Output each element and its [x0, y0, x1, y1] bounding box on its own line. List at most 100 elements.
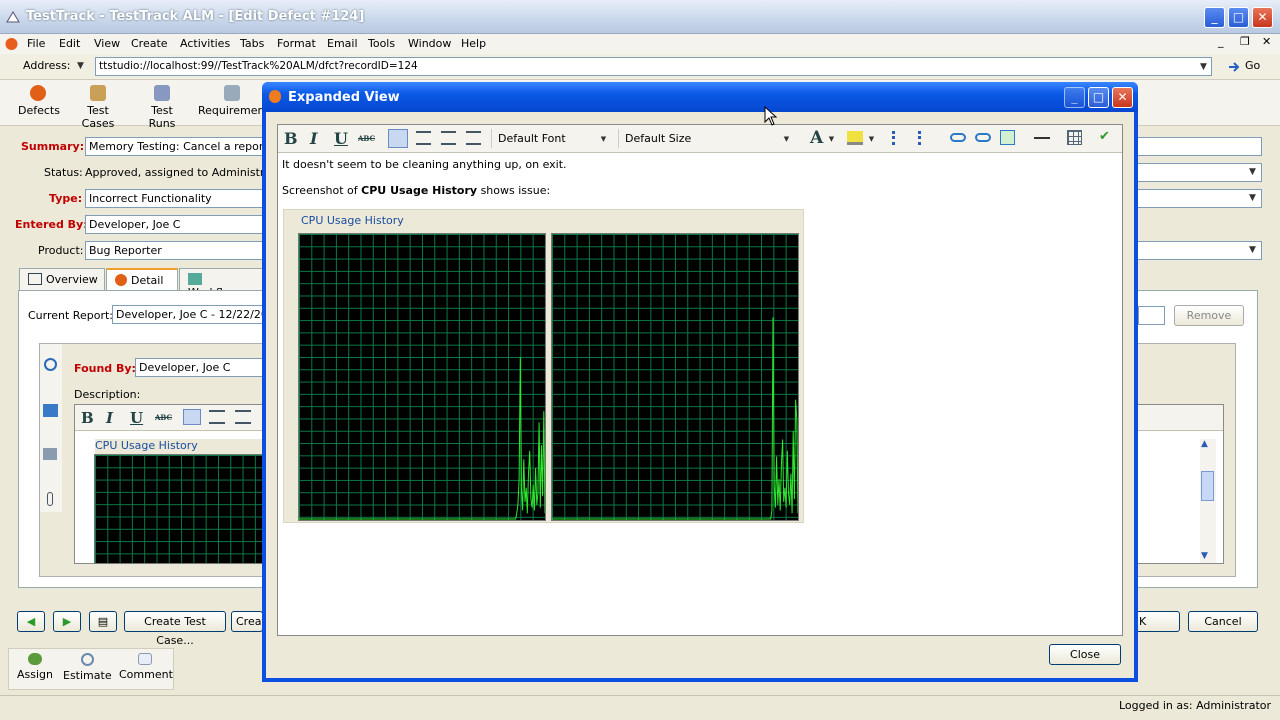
menu-format[interactable]: Format [277, 37, 316, 50]
remove-button[interactable]: Remove [1174, 305, 1244, 326]
tab-detail[interactable]: Detail [106, 268, 178, 290]
expanded-editor[interactable]: B I U ABC Default Font ▼ Default Size ▼ … [277, 124, 1123, 636]
scroll-down-icon[interactable]: ▼ [1201, 551, 1208, 561]
scroll-thumb[interactable] [1201, 471, 1214, 501]
align-center-icon[interactable] [416, 131, 431, 145]
description-scrollbar[interactable]: ▲ ▼ [1200, 439, 1216, 563]
horizontal-rule-icon[interactable] [1034, 137, 1050, 139]
mouse-cursor-icon [764, 106, 778, 126]
create-test-case-button[interactable]: Create Test Case... [124, 611, 226, 647]
type-dropdown-icon[interactable]: ▼ [1245, 191, 1260, 206]
status-value: Approved, assigned to Administrator, [85, 166, 291, 179]
size-select[interactable]: Default Size [618, 129, 788, 148]
current-report-field[interactable]: Developer, Joe C - 12/22/2008 [112, 305, 264, 324]
mdi-restore-button[interactable]: ❐ [1240, 35, 1250, 48]
align-left-icon[interactable] [388, 129, 408, 148]
print-button[interactable]: ▤ [89, 611, 117, 632]
strikethrough-button[interactable]: ABC [155, 413, 172, 422]
cancel-button[interactable]: Cancel [1188, 611, 1258, 632]
justify-icon[interactable] [466, 131, 481, 145]
menu-window[interactable]: Window [408, 37, 451, 50]
menu-tools[interactable]: Tools [368, 37, 395, 50]
ok-button[interactable]: K [1136, 611, 1180, 632]
close-window-button[interactable]: ✕ [1252, 7, 1273, 28]
mdi-minimize-button[interactable]: _ [1218, 35, 1224, 48]
requirements-label: Requirement [198, 104, 269, 117]
menu-view[interactable]: View [94, 37, 120, 50]
underline-button[interactable]: U [130, 409, 143, 427]
insert-image-icon[interactable] [1000, 130, 1015, 145]
product-dropdown-icon[interactable]: ▼ [1245, 243, 1260, 258]
tab-overview[interactable]: Overview [19, 268, 105, 290]
create-test-run-button[interactable]: Creat [231, 611, 266, 632]
spellcheck-icon[interactable]: ✔ [1099, 129, 1115, 146]
menu-help[interactable]: Help [461, 37, 486, 50]
go-button[interactable]: Go [1245, 59, 1260, 72]
next-button[interactable]: ▶ [53, 611, 81, 632]
status-dropdown-icon[interactable]: ▼ [1245, 165, 1260, 180]
mdi-close-button[interactable]: ✕ [1262, 35, 1271, 48]
dialog-close-button[interactable]: Close [1049, 644, 1121, 665]
bold-button[interactable]: B [284, 129, 298, 148]
test-cases-button[interactable]: Test Cases [70, 85, 126, 130]
info-icon[interactable] [43, 404, 58, 417]
dialog-maximize-button[interactable]: □ [1088, 87, 1109, 108]
paperclip-icon[interactable] [47, 492, 53, 506]
table-icon[interactable] [1067, 130, 1082, 145]
assign-button[interactable]: Assign [15, 653, 55, 681]
menu-file[interactable]: File [27, 37, 45, 50]
highlight-dropdown-icon[interactable]: ▼ [864, 132, 879, 147]
link-icon[interactable] [950, 133, 966, 142]
minimize-button[interactable]: _ [1204, 7, 1225, 28]
size-dropdown-icon[interactable]: ▼ [779, 132, 794, 147]
estimate-button[interactable]: Estimate [63, 653, 112, 682]
font-select[interactable]: Default Font [491, 129, 609, 148]
dialog-minimize-button[interactable]: _ [1064, 87, 1085, 108]
text-color-dropdown-icon[interactable]: ▼ [824, 132, 839, 147]
workflow-icon [188, 273, 202, 285]
dialog-close-x-button[interactable]: ✕ [1112, 87, 1133, 108]
text-color-icon[interactable]: A [810, 128, 823, 148]
highlight-icon[interactable] [847, 131, 863, 145]
address-history-dropdown[interactable]: ▼ [73, 59, 88, 74]
previous-button[interactable]: ◀ [17, 611, 45, 632]
entered-by-field[interactable]: Developer, Joe C [85, 215, 265, 234]
report-add-field[interactable] [1138, 306, 1165, 325]
numbered-list-icon[interactable] [918, 131, 934, 145]
maximize-button[interactable]: □ [1228, 7, 1249, 28]
bug-icon [115, 274, 127, 286]
menu-email[interactable]: Email [327, 37, 358, 50]
bug-icon [269, 90, 281, 103]
go-arrow-icon[interactable] [1226, 59, 1242, 75]
chevron-down-icon[interactable]: ▼ [1196, 60, 1211, 75]
comment-button[interactable]: Comment [119, 653, 173, 681]
align-left-icon[interactable] [183, 409, 201, 425]
font-dropdown-icon[interactable]: ▼ [596, 132, 611, 147]
bold-button[interactable]: B [81, 409, 94, 427]
menu-create[interactable]: Create [131, 37, 168, 50]
test-runs-button[interactable]: Test Runs [137, 85, 187, 130]
italic-button[interactable]: I [310, 129, 317, 148]
unlink-icon[interactable] [975, 133, 991, 142]
address-input[interactable]: ttstudio://localhost:99//TestTrack%20ALM… [95, 57, 1212, 76]
files-icon[interactable] [43, 448, 57, 460]
search-icon[interactable] [44, 358, 57, 371]
strikethrough-button[interactable]: ABC [358, 134, 375, 143]
defects-button[interactable]: Defects [18, 85, 60, 117]
tab-workflow[interactable]: Workflow [179, 268, 263, 299]
italic-button[interactable]: I [106, 409, 113, 427]
menu-tabs[interactable]: Tabs [240, 37, 264, 50]
scroll-up-icon[interactable]: ▲ [1201, 439, 1208, 449]
size-select-value: Default Size [625, 132, 692, 145]
description-cpu-label: CPU Usage History [95, 439, 198, 452]
status-field[interactable] [1136, 163, 1262, 182]
found-by-field[interactable]: Developer, Joe C [135, 358, 270, 377]
menu-activities[interactable]: Activities [180, 37, 230, 50]
requirements-button[interactable]: Requirement [198, 85, 269, 117]
align-right-icon[interactable] [441, 131, 456, 145]
underline-button[interactable]: U [334, 129, 348, 148]
align-right-icon[interactable] [235, 410, 251, 424]
menu-edit[interactable]: Edit [59, 37, 80, 50]
bullet-list-icon[interactable] [892, 131, 908, 145]
align-center-icon[interactable] [209, 410, 225, 424]
